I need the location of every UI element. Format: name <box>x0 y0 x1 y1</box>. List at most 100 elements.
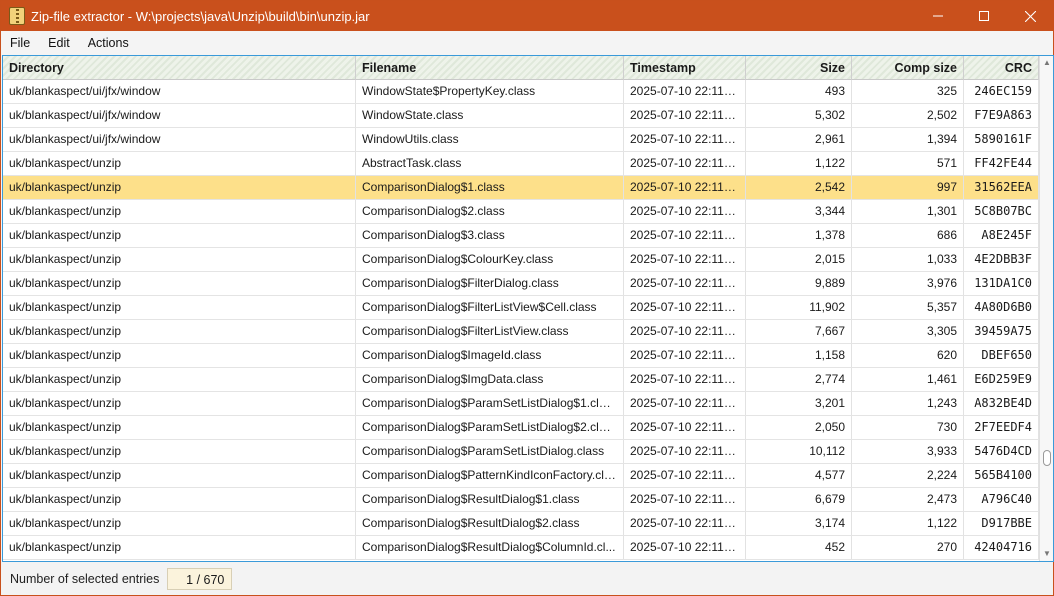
table-row[interactable]: uk/blankaspect/unzip ComparisonDialog$1.c… <box>3 176 1039 200</box>
cell-crc: 5890161F <box>964 128 1039 151</box>
column-header-directory[interactable]: Directory <box>3 56 356 80</box>
cell-filename: ComparisonDialog$1.class <box>356 176 624 199</box>
table-row[interactable]: uk/blankaspect/unzip ComparisonDialog$Img… <box>3 368 1039 392</box>
close-button[interactable] <box>1007 1 1053 31</box>
cell-filename: ComparisonDialog$2.class <box>356 200 624 223</box>
cell-filename: ComparisonDialog$ParamSetListDialog$1.cl… <box>356 392 624 415</box>
table-row[interactable]: uk/blankaspect/unzip ComparisonDialog$Ima… <box>3 344 1039 368</box>
cell-crc: A832BE4D <box>964 392 1039 415</box>
cell-crc: E6D259E9 <box>964 368 1039 391</box>
menu-bar: File Edit Actions <box>1 31 1053 55</box>
cell-size: 11,902 <box>746 296 852 319</box>
column-header-crc[interactable]: CRC <box>964 56 1039 80</box>
cell-size: 493 <box>746 80 852 103</box>
title-bar[interactable]: Zip-file extractor - W:\projects\java\Un… <box>1 1 1053 31</box>
cell-filename: ComparisonDialog$FilterListView$Cell.cla… <box>356 296 624 319</box>
column-header-timestamp[interactable]: Timestamp <box>624 56 746 80</box>
table-row[interactable]: uk/blankaspect/ui/jfx/window WindowState.… <box>3 104 1039 128</box>
cell-comp-size: 325 <box>852 80 964 103</box>
cell-filename: ComparisonDialog$3.class <box>356 224 624 247</box>
cell-comp-size: 3,976 <box>852 272 964 295</box>
cell-comp-size: 3,305 <box>852 320 964 343</box>
cell-size: 3,344 <box>746 200 852 223</box>
table-row[interactable]: uk/blankaspect/unzip ComparisonDialog$2.c… <box>3 200 1039 224</box>
cell-comp-size: 2,502 <box>852 104 964 127</box>
cell-directory: uk/blankaspect/unzip <box>3 512 356 535</box>
status-bar: Number of selected entries 1 / 670 <box>1 563 1053 595</box>
table-row[interactable]: uk/blankaspect/unzip ComparisonDialog$Par… <box>3 440 1039 464</box>
cell-comp-size: 1,301 <box>852 200 964 223</box>
cell-filename: ComparisonDialog$ParamSetListDialog.clas… <box>356 440 624 463</box>
table-row[interactable]: uk/blankaspect/unzip ComparisonDialog$Res… <box>3 512 1039 536</box>
table-row[interactable]: uk/blankaspect/unzip ComparisonDialog$Par… <box>3 416 1039 440</box>
cell-crc: F7E9A863 <box>964 104 1039 127</box>
cell-timestamp: 2025-07-10 22:11:38 <box>624 80 746 103</box>
cell-timestamp: 2025-07-10 22:11:38 <box>624 368 746 391</box>
cell-comp-size: 1,243 <box>852 392 964 415</box>
cell-filename: ComparisonDialog$ImageId.class <box>356 344 624 367</box>
table-row[interactable]: uk/blankaspect/unzip ComparisonDialog$Fil… <box>3 320 1039 344</box>
menu-file[interactable]: File <box>1 31 39 55</box>
table-row[interactable]: uk/blankaspect/unzip ComparisonDialog$3.c… <box>3 224 1039 248</box>
maximize-button[interactable] <box>961 1 1007 31</box>
column-header-filename[interactable]: Filename <box>356 56 624 80</box>
cell-size: 9,889 <box>746 272 852 295</box>
zip-file-icon <box>9 7 25 25</box>
column-header-size[interactable]: Size <box>746 56 852 80</box>
cell-filename: ComparisonDialog$ResultDialog$1.class <box>356 488 624 511</box>
cell-comp-size: 270 <box>852 536 964 559</box>
cell-directory: uk/blankaspect/unzip <box>3 152 356 175</box>
cell-crc: FF42FE44 <box>964 152 1039 175</box>
cell-size: 6,679 <box>746 488 852 511</box>
cell-filename: ComparisonDialog$ColourKey.class <box>356 248 624 271</box>
entries-table[interactable]: Directory Filename Timestamp Size Comp s… <box>2 55 1054 562</box>
table-row[interactable]: uk/blankaspect/unzip ComparisonDialog$Fil… <box>3 296 1039 320</box>
vertical-scrollbar[interactable]: ▲ ▼ <box>1039 56 1053 561</box>
table-body: uk/blankaspect/ui/jfx/window WindowState$… <box>3 80 1039 560</box>
cell-crc: 246EC159 <box>964 80 1039 103</box>
window-title: Zip-file extractor - W:\projects\java\Un… <box>31 8 370 24</box>
table-row[interactable]: uk/blankaspect/unzip ComparisonDialog$Res… <box>3 488 1039 512</box>
cell-timestamp: 2025-07-10 22:11:38 <box>624 464 746 487</box>
cell-size: 7,667 <box>746 320 852 343</box>
table-row[interactable]: uk/blankaspect/unzip ComparisonDialog$Col… <box>3 248 1039 272</box>
scroll-thumb[interactable] <box>1043 450 1051 466</box>
cell-filename: ComparisonDialog$ImgData.class <box>356 368 624 391</box>
cell-timestamp: 2025-07-10 22:11:38 <box>624 224 746 247</box>
menu-actions[interactable]: Actions <box>79 31 138 55</box>
table-row[interactable]: uk/blankaspect/ui/jfx/window WindowState$… <box>3 80 1039 104</box>
column-header-comp-size[interactable]: Comp size <box>852 56 964 80</box>
cell-size: 452 <box>746 536 852 559</box>
cell-crc: 2F7EEDF4 <box>964 416 1039 439</box>
cell-comp-size: 730 <box>852 416 964 439</box>
selected-entries-label: Number of selected entries <box>10 572 160 586</box>
cell-crc: 5476D4CD <box>964 440 1039 463</box>
cell-filename: ComparisonDialog$FilterDialog.class <box>356 272 624 295</box>
cell-filename: WindowState.class <box>356 104 624 127</box>
cell-timestamp: 2025-07-10 22:11:38 <box>624 392 746 415</box>
table-row[interactable]: uk/blankaspect/unzip ComparisonDialog$Fil… <box>3 272 1039 296</box>
cell-directory: uk/blankaspect/unzip <box>3 368 356 391</box>
table-row[interactable]: uk/blankaspect/unzip ComparisonDialog$Pat… <box>3 464 1039 488</box>
cell-timestamp: 2025-07-10 22:11:38 <box>624 320 746 343</box>
cell-directory: uk/blankaspect/unzip <box>3 416 356 439</box>
cell-directory: uk/blankaspect/unzip <box>3 488 356 511</box>
scroll-up-icon[interactable]: ▲ <box>1042 58 1052 68</box>
scroll-down-icon[interactable]: ▼ <box>1042 549 1052 559</box>
app-window: Zip-file extractor - W:\projects\java\Un… <box>0 0 1054 596</box>
cell-timestamp: 2025-07-10 22:11:38 <box>624 416 746 439</box>
cell-crc: 565B4100 <box>964 464 1039 487</box>
cell-size: 4,577 <box>746 464 852 487</box>
cell-size: 2,050 <box>746 416 852 439</box>
minimize-button[interactable] <box>915 1 961 31</box>
table-row[interactable]: uk/blankaspect/unzip ComparisonDialog$Par… <box>3 392 1039 416</box>
table-row[interactable]: uk/blankaspect/unzip ComparisonDialog$Res… <box>3 536 1039 560</box>
menu-edit[interactable]: Edit <box>39 31 79 55</box>
table-row[interactable]: uk/blankaspect/ui/jfx/window WindowUtils.… <box>3 128 1039 152</box>
cell-comp-size: 2,473 <box>852 488 964 511</box>
cell-timestamp: 2025-07-10 22:11:38 <box>624 344 746 367</box>
table-row[interactable]: uk/blankaspect/unzip AbstractTask.class 20… <box>3 152 1039 176</box>
cell-comp-size: 1,033 <box>852 248 964 271</box>
cell-directory: uk/blankaspect/unzip <box>3 296 356 319</box>
cell-timestamp: 2025-07-10 22:11:38 <box>624 176 746 199</box>
